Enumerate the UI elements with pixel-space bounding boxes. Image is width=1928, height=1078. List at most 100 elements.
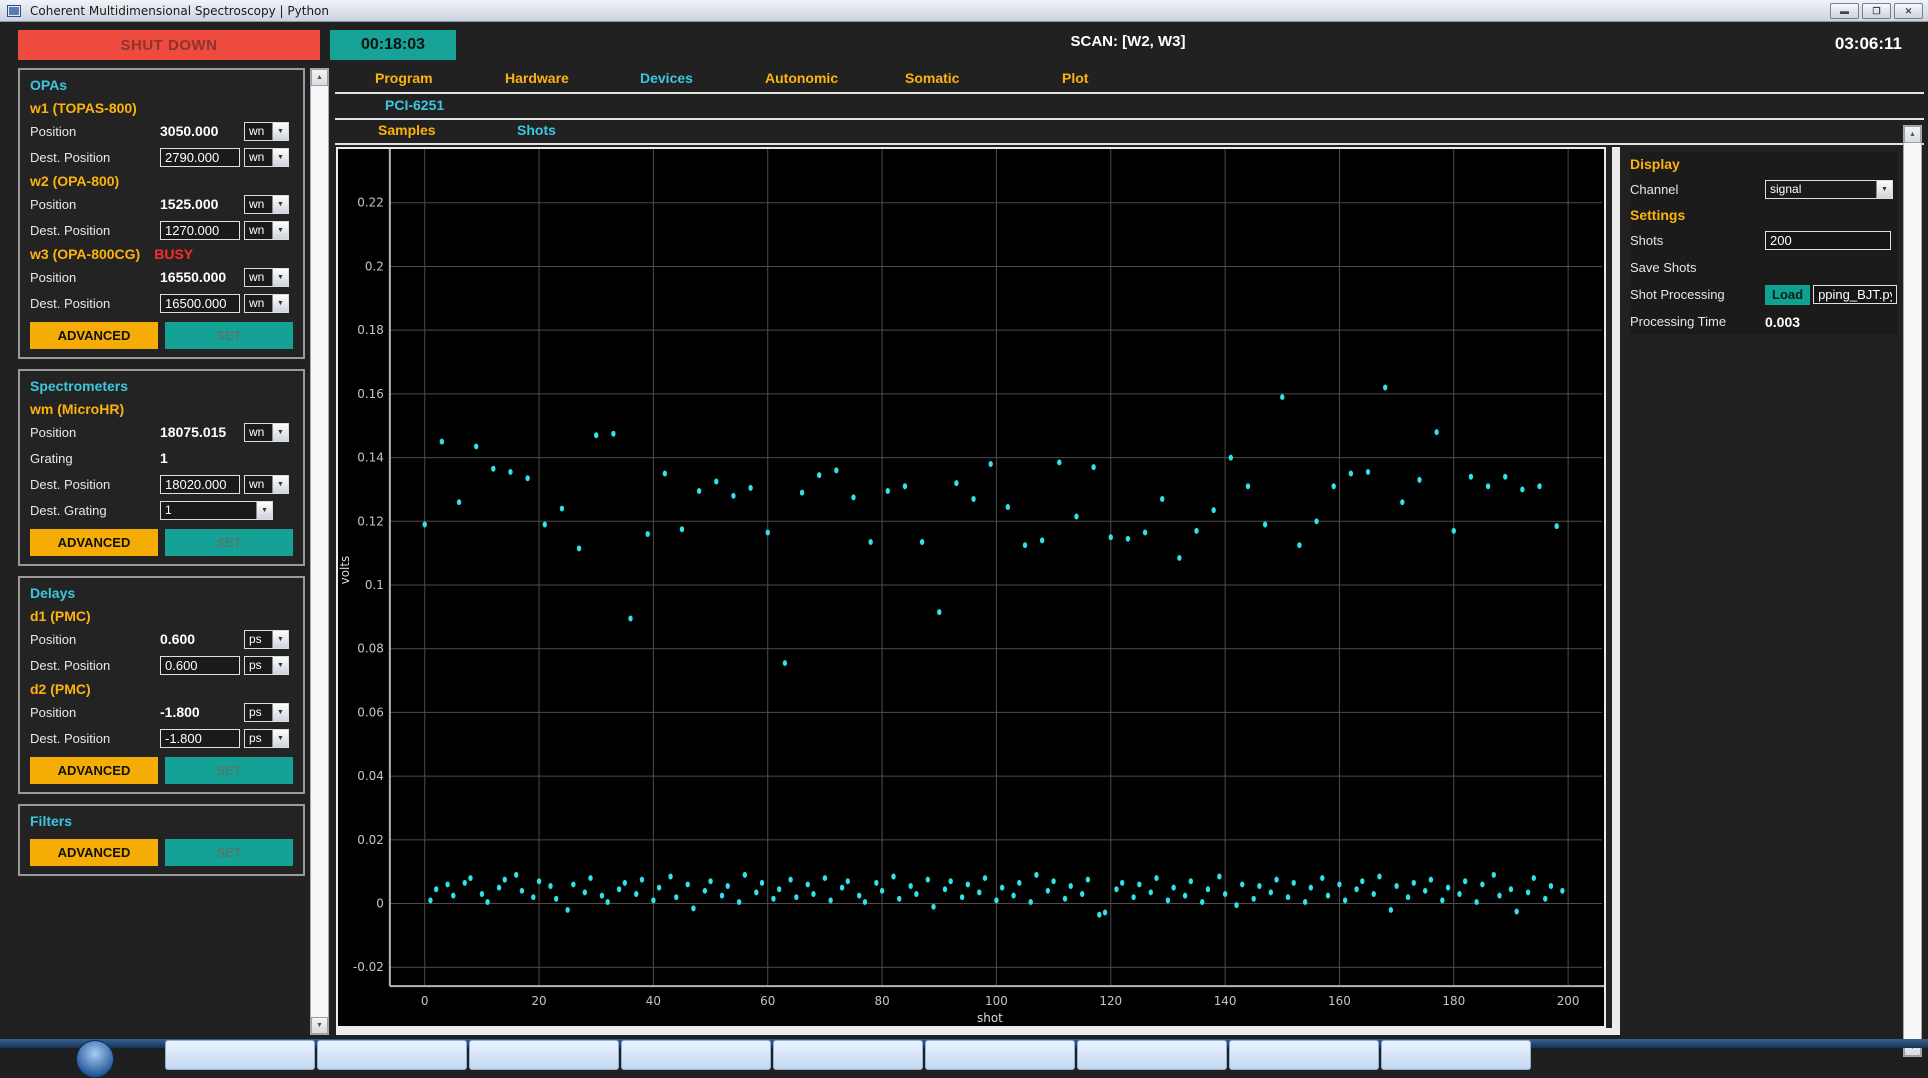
scatter-point bbox=[702, 887, 708, 894]
scatter-point bbox=[1182, 892, 1188, 899]
unit-select[interactable]: wn ▼ bbox=[244, 293, 289, 313]
chevron-down-icon: ▼ bbox=[272, 656, 288, 674]
chevron-down-icon: ▼ bbox=[272, 268, 288, 286]
field-input[interactable] bbox=[160, 220, 240, 240]
scatter-point bbox=[1240, 881, 1245, 888]
advanced-button[interactable]: ADVANCED bbox=[30, 529, 158, 556]
scatter-point bbox=[1468, 473, 1474, 480]
unit-select[interactable]: ps ▼ bbox=[244, 655, 289, 675]
panel-scrollbar[interactable]: ▲ ▼ bbox=[1903, 125, 1922, 1057]
field-row: Grating 1 bbox=[30, 445, 293, 471]
menu-item-hardware[interactable]: Hardware bbox=[505, 70, 569, 86]
scatter-point bbox=[828, 897, 833, 904]
taskbar-button[interactable] bbox=[317, 1040, 467, 1070]
scrollbar-track[interactable] bbox=[1904, 143, 1921, 1039]
scatter-point bbox=[605, 898, 610, 905]
unit-select[interactable]: wn ▼ bbox=[244, 422, 289, 442]
scatter-point bbox=[1051, 878, 1056, 885]
menu-item-plot[interactable]: Plot bbox=[1062, 70, 1088, 86]
taskbar-button[interactable] bbox=[621, 1040, 771, 1070]
channel-select[interactable]: signal ▼ bbox=[1765, 180, 1893, 199]
unit-select[interactable]: wn ▼ bbox=[244, 220, 289, 240]
scatter-point bbox=[548, 883, 553, 890]
minimize-icon: ▬ bbox=[1840, 6, 1849, 16]
taskbar-button[interactable] bbox=[1381, 1040, 1531, 1070]
field-row: Dest. Position wn ▼ bbox=[30, 217, 293, 243]
device-name-row: w3 (OPA-800CG) BUSY bbox=[30, 243, 293, 264]
unit-select[interactable]: wn ▼ bbox=[244, 121, 289, 141]
scatter-point bbox=[1205, 886, 1211, 893]
unit-value: wn bbox=[249, 476, 265, 491]
section-filters: Filters ADVANCED SET bbox=[18, 804, 305, 876]
unit-select[interactable]: 1 ▼ bbox=[160, 500, 273, 520]
advanced-button[interactable]: ADVANCED bbox=[30, 322, 158, 349]
menu-item-devices[interactable]: Devices bbox=[640, 70, 693, 86]
pane-splitter[interactable] bbox=[1612, 147, 1620, 1035]
scatter-point bbox=[1091, 464, 1096, 471]
scatter-point bbox=[679, 526, 685, 533]
unit-select[interactable]: ps ▼ bbox=[244, 702, 289, 722]
unit-select[interactable]: wn ▼ bbox=[244, 267, 289, 287]
scatter-point bbox=[879, 887, 885, 894]
minimize-button[interactable]: ▬ bbox=[1830, 3, 1859, 19]
unit-select[interactable]: ps ▼ bbox=[244, 728, 289, 748]
scatter-point bbox=[1411, 879, 1416, 886]
field-input[interactable] bbox=[160, 655, 240, 675]
unit-select[interactable]: ps ▼ bbox=[244, 629, 289, 649]
taskbar-button[interactable] bbox=[925, 1040, 1075, 1070]
scatter-point bbox=[1108, 534, 1113, 541]
menu-item-autonomic[interactable]: Autonomic bbox=[765, 70, 838, 86]
unit-select[interactable]: wn ▼ bbox=[244, 147, 289, 167]
sidebar-scrollbar[interactable]: ▲ ▼ bbox=[310, 68, 329, 1035]
taskbar-button[interactable] bbox=[773, 1040, 923, 1070]
advanced-button[interactable]: ADVANCED bbox=[30, 839, 158, 866]
shots-scatter-plot[interactable]: -0.02 0 0.02 0.04 0.06 0.08 0.1 0.12 0.14 0.16 0.1… bbox=[336, 147, 1606, 1028]
set-button[interactable]: SET bbox=[165, 529, 293, 556]
advanced-button[interactable]: ADVANCED bbox=[30, 757, 158, 784]
processing-script-input[interactable] bbox=[1813, 285, 1898, 304]
bottom-splitter[interactable] bbox=[336, 1028, 1620, 1035]
scatter-point bbox=[1268, 889, 1274, 896]
scatter-point bbox=[1217, 873, 1222, 880]
scatter-point bbox=[1291, 879, 1296, 886]
x-tick-label: 40 bbox=[646, 994, 661, 1008]
load-script-button[interactable]: Load bbox=[1765, 284, 1811, 305]
scroll-up-icon[interactable]: ▲ bbox=[1904, 126, 1921, 143]
scroll-down-icon[interactable]: ▼ bbox=[311, 1017, 328, 1034]
menu-item-program[interactable]: Program bbox=[375, 70, 433, 86]
set-button[interactable]: SET bbox=[165, 839, 293, 866]
device-name-row: wm (MicroHR) bbox=[30, 398, 293, 419]
field-input[interactable] bbox=[160, 728, 240, 748]
unit-select[interactable]: wn ▼ bbox=[244, 194, 289, 214]
scatter-point bbox=[1485, 483, 1491, 490]
runtime-display: 00:18:03 bbox=[330, 30, 456, 60]
field-label: Position bbox=[30, 196, 77, 212]
shutdown-button[interactable]: SHUT DOWN bbox=[18, 30, 320, 60]
menu-item-somatic[interactable]: Somatic bbox=[905, 70, 959, 86]
restore-button[interactable]: ❐ bbox=[1862, 3, 1891, 19]
scrollbar-track[interactable] bbox=[311, 86, 328, 1017]
plot-background bbox=[338, 149, 1604, 1026]
unit-select[interactable]: wn ▼ bbox=[244, 474, 289, 494]
field-input[interactable] bbox=[160, 474, 240, 494]
field-value: 1525.000 bbox=[160, 196, 219, 212]
tab-samples[interactable]: Samples bbox=[378, 122, 436, 138]
start-button[interactable] bbox=[76, 1040, 114, 1078]
taskbar-button[interactable] bbox=[1077, 1040, 1227, 1070]
taskbar-button[interactable] bbox=[165, 1040, 315, 1070]
field-input[interactable] bbox=[160, 293, 240, 313]
scatter-point bbox=[1354, 886, 1359, 893]
field-input[interactable] bbox=[160, 147, 240, 167]
taskbar-button[interactable] bbox=[1229, 1040, 1379, 1070]
set-button[interactable]: SET bbox=[165, 322, 293, 349]
chevron-down-icon: ▼ bbox=[272, 294, 288, 312]
tab-shots[interactable]: Shots bbox=[517, 122, 556, 138]
scatter-point bbox=[925, 876, 931, 883]
taskbar-button[interactable] bbox=[469, 1040, 619, 1070]
scatter-point bbox=[771, 895, 776, 902]
shots-input[interactable] bbox=[1765, 231, 1891, 250]
set-button[interactable]: SET bbox=[165, 757, 293, 784]
tab-pci-6251[interactable]: PCI-6251 bbox=[385, 97, 444, 113]
close-button[interactable]: ✕ bbox=[1894, 3, 1923, 19]
scroll-up-icon[interactable]: ▲ bbox=[311, 69, 328, 86]
